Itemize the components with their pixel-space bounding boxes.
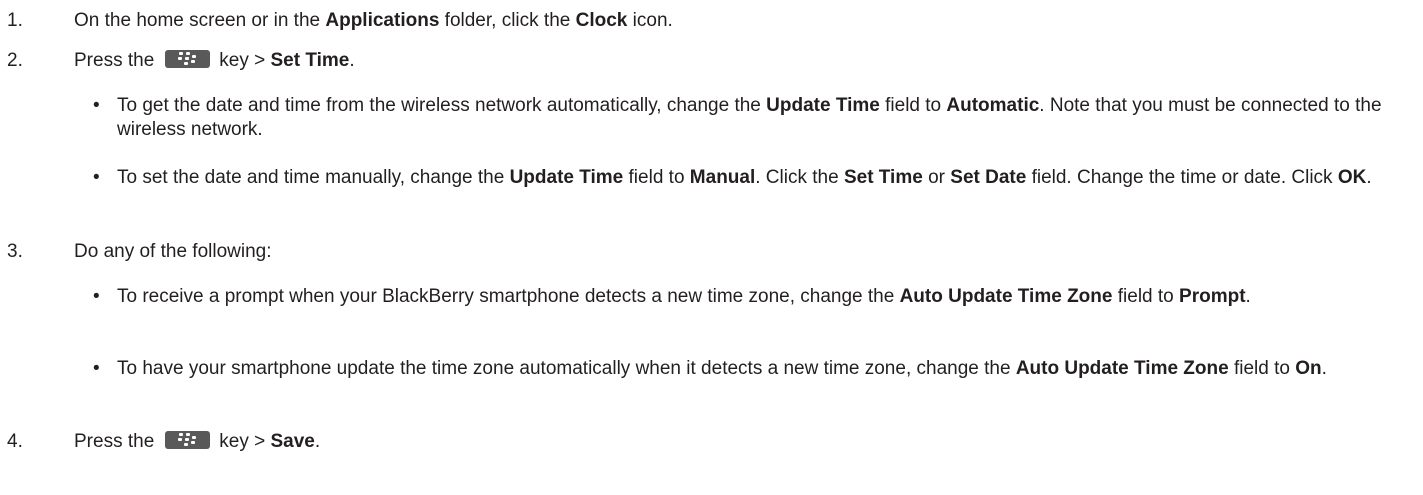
list-item-text: To get the date and time from the wirele… [117, 95, 1382, 140]
step-number: 1. [7, 10, 23, 31]
instruction-document: 1. On the home screen or in the Applicat… [0, 0, 1423, 495]
step-number: 2. [7, 50, 23, 71]
bullet: • [93, 167, 100, 188]
bullet: • [93, 95, 100, 116]
list-item-text: To have your smartphone update the time … [117, 358, 1327, 379]
step-text: Press the key > Set Time. [74, 50, 355, 71]
bullet: • [93, 358, 100, 379]
step-text: Do any of the following: [74, 241, 272, 262]
list-item-text: To set the date and time manually, chang… [117, 167, 1372, 188]
blackberry-menu-key-icon [165, 50, 211, 69]
step-text: On the home screen or in the Application… [74, 10, 673, 31]
step-number: 3. [7, 241, 23, 262]
list-item-text: To receive a prompt when your BlackBerry… [117, 286, 1251, 307]
blackberry-menu-key-icon [165, 431, 211, 450]
step-number: 4. [7, 431, 23, 452]
step-text: Press the key > Save. [74, 431, 321, 452]
bullet: • [93, 286, 100, 307]
